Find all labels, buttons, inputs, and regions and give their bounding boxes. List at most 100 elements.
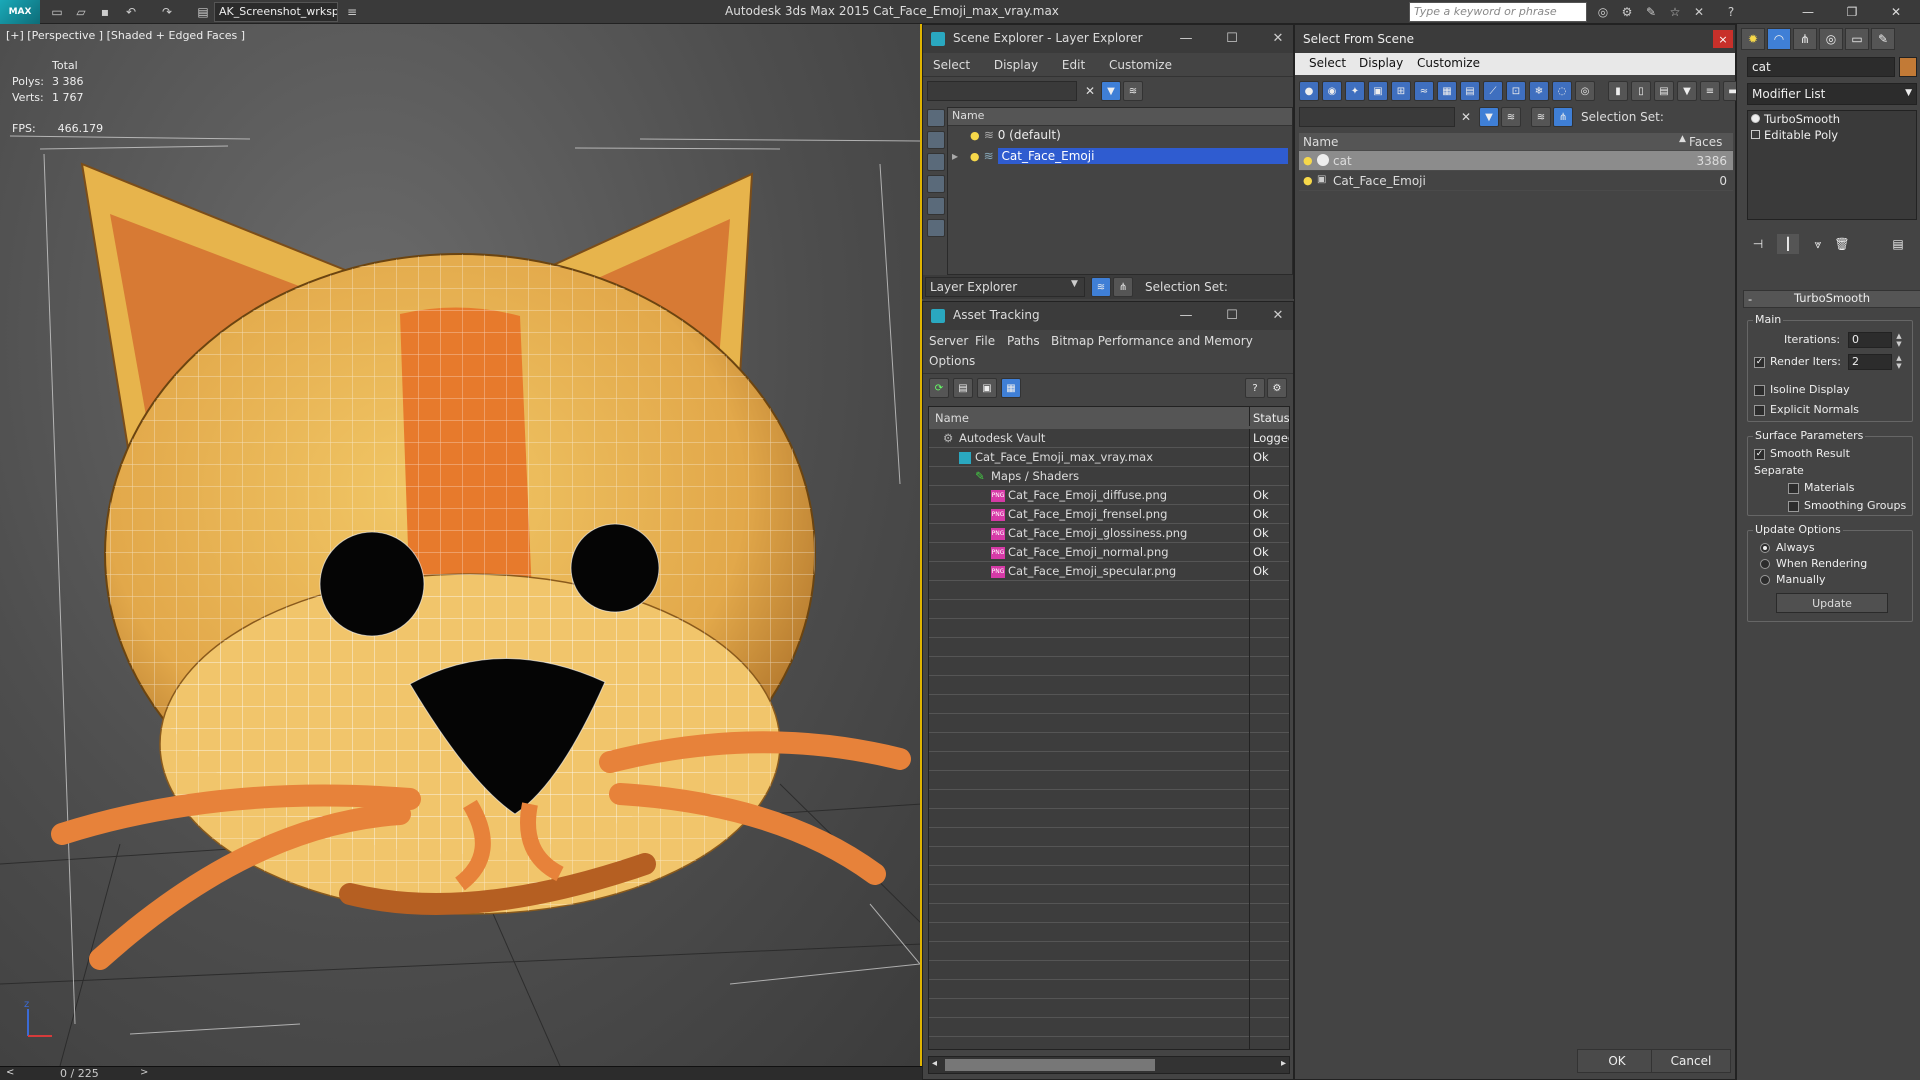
menu-options[interactable]: Options <box>929 354 975 368</box>
col-name[interactable]: Name <box>1303 135 1338 149</box>
thumbnail-view-icon[interactable]: ▣ <box>977 378 997 398</box>
subscription-icon[interactable]: ⚙ <box>1618 3 1636 21</box>
display-tab-icon[interactable]: ▭ <box>1845 28 1869 50</box>
display-cameras-icon[interactable]: ▣ <box>1368 81 1388 101</box>
asset-row[interactable]: PNG Cat_Face_Emoji_specular.png Ok <box>929 562 1289 581</box>
layer-row-cat-face-emoji[interactable]: ▸ ● ≋ Cat_Face_Emoji <box>948 146 1292 166</box>
explicit-normals-row[interactable]: Explicit Normals <box>1754 403 1859 416</box>
light-bulb-icon[interactable]: ● <box>1303 174 1313 187</box>
object-color-swatch[interactable] <box>1899 57 1917 77</box>
scroll-left-icon[interactable]: ◂ <box>932 1058 937 1069</box>
isoline-display-checkbox[interactable] <box>1754 384 1765 396</box>
filter-icon[interactable]: ▼ <box>1101 81 1121 101</box>
asset-row[interactable]: ⚙ Autodesk Vault Logged <box>929 429 1289 448</box>
sort-options-icon[interactable]: ≡ <box>1700 81 1720 101</box>
find-case-icon[interactable]: ≋ <box>1501 107 1521 127</box>
new-file-icon[interactable]: ▭ <box>48 3 66 21</box>
display-spacewarps-icon[interactable]: ≈ <box>1414 81 1434 101</box>
asset-row[interactable]: Cat_Face_Emoji_max_vray.max Ok <box>929 448 1289 467</box>
select-none-icon[interactable]: ▯ <box>1631 81 1651 101</box>
hierarchy-icon[interactable]: ⋔ <box>1553 107 1573 127</box>
layer-tree-column-name[interactable]: Name <box>948 108 1292 126</box>
keyword-search-input[interactable]: Type a keyword or phrase <box>1409 2 1587 22</box>
materials-row[interactable]: Materials <box>1788 481 1854 494</box>
menu-bitmap-performance[interactable]: Bitmap Performance and Memory <box>1051 334 1253 348</box>
sort-layer-icon[interactable]: ≋ <box>1531 107 1551 127</box>
undo-icon[interactable]: ↶ <box>122 3 140 21</box>
workspace-menu-icon[interactable]: ≡ <box>343 3 361 21</box>
object-name-field[interactable]: cat <box>1747 57 1895 77</box>
create-tab-icon[interactable]: ✹ <box>1741 28 1765 50</box>
pin-stack-icon[interactable]: ⊣ <box>1747 234 1769 254</box>
expand-arrow-icon[interactable]: ▸ <box>952 149 966 163</box>
utilities-tab-icon[interactable]: ✎ <box>1871 28 1895 50</box>
display-helpers-icon[interactable]: ⊞ <box>1391 81 1411 101</box>
select-from-scene-titlebar[interactable]: Select From Scene <box>1295 25 1735 53</box>
col-name[interactable]: Name <box>935 411 1255 425</box>
asset-tracking-titlebar[interactable]: Asset Tracking — ☐ ✕ <box>923 302 1293 330</box>
timeline-prev[interactable]: < <box>6 1067 14 1078</box>
scrollbar-thumb[interactable] <box>945 1059 1155 1071</box>
cancel-button[interactable]: Cancel <box>1651 1049 1731 1073</box>
layer-row-default[interactable]: ● ≋ 0 (default) <box>948 126 1292 146</box>
layer-options-icon[interactable]: ≋ <box>1123 81 1143 101</box>
materials-checkbox[interactable] <box>1788 482 1799 494</box>
turbosmooth-rollout-header[interactable]: - TurboSmooth <box>1743 290 1920 308</box>
asset-tracking-close-button[interactable]: ✕ <box>1265 305 1291 325</box>
minimize-button[interactable]: — <box>1786 0 1830 24</box>
asset-row[interactable]: ✎ Maps / Shaders <box>929 467 1289 486</box>
asset-tracking-minimize-button[interactable]: — <box>1173 305 1199 325</box>
invert-selection-icon[interactable]: ▤ <box>1654 81 1674 101</box>
display-shapes-icon[interactable]: ◉ <box>1322 81 1342 101</box>
modifier-list-dropdown[interactable]: Modifier List ▼ <box>1747 83 1917 105</box>
help-icon[interactable]: ? <box>1722 3 1740 21</box>
isoline-display-row[interactable]: Isoline Display <box>1754 383 1850 396</box>
timeline-next[interactable]: > <box>140 1067 148 1078</box>
asset-row[interactable]: PNG Cat_Face_Emoji_diffuse.png Ok <box>929 486 1289 505</box>
clear-search-icon[interactable]: ✕ <box>1457 107 1475 127</box>
filter-options-icon[interactable]: ▼ <box>1677 81 1697 101</box>
scene-explorer-search-input[interactable] <box>927 81 1077 101</box>
when-rendering-radio[interactable] <box>1760 559 1770 569</box>
favorites-icon[interactable]: ☆ <box>1666 3 1684 21</box>
explicit-normals-checkbox[interactable] <box>1754 404 1765 416</box>
chevron-down-icon[interactable]: ▼ <box>1071 279 1078 289</box>
menu-select[interactable]: Select <box>923 55 980 75</box>
refresh-icon[interactable]: ⟳ <box>929 378 949 398</box>
always-radio[interactable] <box>1760 543 1770 553</box>
display-frozen-icon[interactable]: ❄ <box>1529 81 1549 101</box>
object-row-cat[interactable]: ● cat 3386 <box>1299 151 1733 171</box>
workspace-dropdown[interactable]: AK_Screenshot_wrksp <box>214 2 338 22</box>
menu-edit[interactable]: Edit <box>1052 55 1095 75</box>
motion-tab-icon[interactable]: ◎ <box>1819 28 1843 50</box>
smoothing-groups-row[interactable]: Smoothing Groups <box>1788 499 1906 512</box>
always-row[interactable]: Always <box>1760 541 1815 554</box>
scene-explorer-close-button[interactable]: ✕ <box>1265 28 1291 48</box>
manually-radio[interactable] <box>1760 575 1770 585</box>
object-row-cat-face-emoji[interactable]: ● ▣ Cat_Face_Emoji 0 <box>1299 171 1733 191</box>
hierarchy-tab-icon[interactable]: ⋔ <box>1793 28 1817 50</box>
smooth-result-checkbox[interactable]: ✓ <box>1754 448 1765 460</box>
display-geometry-icon[interactable] <box>927 109 945 127</box>
make-unique-icon[interactable]: ⩔ <box>1807 234 1829 254</box>
ok-button[interactable]: OK <box>1577 1049 1657 1073</box>
light-bulb-icon[interactable]: ● <box>970 129 980 142</box>
stack-item-editable-poly[interactable]: Editable Poly <box>1748 127 1916 143</box>
scene-explorer-titlebar[interactable]: Scene Explorer - Layer Explorer — ☐ ✕ <box>923 25 1293 53</box>
exchange-icon[interactable]: ✕ <box>1690 3 1708 21</box>
max-logo-icon[interactable]: MAX <box>0 0 40 24</box>
close-button[interactable]: ✕ <box>1874 0 1918 24</box>
display-lights-icon[interactable]: ✦ <box>1345 81 1365 101</box>
scene-explorer-minimize-button[interactable]: — <box>1173 28 1199 48</box>
asset-row[interactable]: PNG Cat_Face_Emoji_frensel.png Ok <box>929 505 1289 524</box>
menu-server[interactable]: Server <box>929 334 968 348</box>
display-all-icon[interactable]: ◎ <box>1575 81 1595 101</box>
iterations-spinner[interactable]: 0 <box>1848 332 1892 348</box>
asset-row[interactable]: PNG Cat_Face_Emoji_glossiness.png Ok <box>929 524 1289 543</box>
update-button[interactable]: Update <box>1776 593 1888 613</box>
restore-button[interactable]: ❐ <box>1830 0 1874 24</box>
clear-search-icon[interactable]: ✕ <box>1081 81 1099 101</box>
display-spacewarps-icon[interactable] <box>927 219 945 237</box>
manually-row[interactable]: Manually <box>1760 573 1826 586</box>
list-view-icon[interactable]: ▤ <box>953 378 973 398</box>
